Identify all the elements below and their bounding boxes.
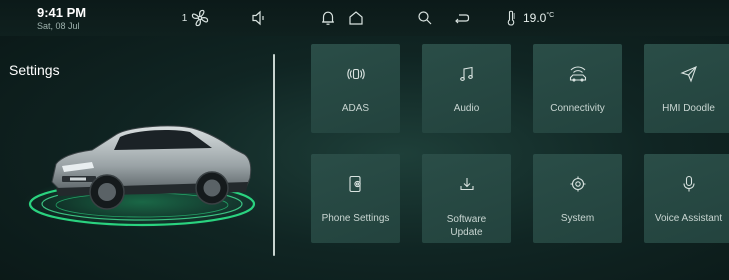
- phone-gear-icon: [346, 174, 366, 199]
- back-button[interactable]: [450, 0, 474, 36]
- volume-button[interactable]: [248, 0, 270, 36]
- temperature-number: 19.0: [523, 11, 547, 25]
- system-gear-icon: [568, 174, 588, 199]
- car-image: [22, 104, 272, 234]
- tile-voice-assistant[interactable]: Voice Assistant: [644, 154, 729, 243]
- temperature-control[interactable]: 19.0°C: [505, 0, 585, 36]
- thermometer-icon: [505, 9, 517, 27]
- bell-icon: [319, 9, 337, 27]
- tile-audio-label: Audio: [453, 103, 480, 114]
- page-title: Settings: [9, 62, 60, 78]
- fan-level: 1: [181, 12, 188, 24]
- temperature-value: 19.0°C: [523, 11, 554, 25]
- search-icon: [416, 9, 434, 27]
- download-icon: [457, 174, 477, 199]
- speaker-icon: [250, 9, 268, 27]
- tile-adas[interactable]: ADAS: [311, 44, 400, 133]
- tile-software-update-label: Software Update: [446, 214, 487, 238]
- notifications-button[interactable]: [317, 0, 339, 36]
- tile-system[interactable]: System: [533, 154, 622, 243]
- adas-icon: [346, 64, 366, 89]
- connected-car-icon: [567, 64, 589, 89]
- clock-time: 9:41 PM: [37, 5, 87, 20]
- tile-software-update[interactable]: Software Update: [422, 154, 511, 243]
- panel-divider: [273, 54, 275, 256]
- temperature-unit: °C: [546, 12, 555, 19]
- paper-plane-icon: [679, 64, 699, 89]
- tile-hmi-doodle[interactable]: HMI Doodle: [644, 44, 729, 133]
- clock-date: Sat, 08 Jul: [37, 21, 80, 31]
- tile-voice-assistant-label: Voice Assistant: [654, 213, 723, 224]
- clock: 9:41 PM Sat, 08 Jul: [37, 6, 86, 32]
- home-button[interactable]: [345, 0, 367, 36]
- tile-audio[interactable]: Audio: [422, 44, 511, 133]
- tile-connectivity[interactable]: Connectivity: [533, 44, 622, 133]
- microphone-icon: [679, 174, 699, 199]
- tile-phone-settings[interactable]: Phone Settings: [311, 154, 400, 243]
- fan-icon: [190, 8, 210, 28]
- music-note-icon: [457, 64, 477, 89]
- search-button[interactable]: [414, 0, 436, 36]
- tile-adas-label: ADAS: [341, 103, 370, 114]
- home-icon: [347, 9, 365, 27]
- status-bar: 9:41 PM Sat, 08 Jul 1 19.0°C: [0, 0, 729, 36]
- tile-hmi-doodle-label: HMI Doodle: [662, 103, 715, 114]
- tile-phone-settings-label: Phone Settings: [321, 213, 390, 224]
- tile-system-label: System: [560, 213, 595, 224]
- fan-control[interactable]: 1: [176, 0, 216, 36]
- tile-connectivity-label: Connectivity: [550, 103, 605, 114]
- return-icon: [453, 9, 471, 27]
